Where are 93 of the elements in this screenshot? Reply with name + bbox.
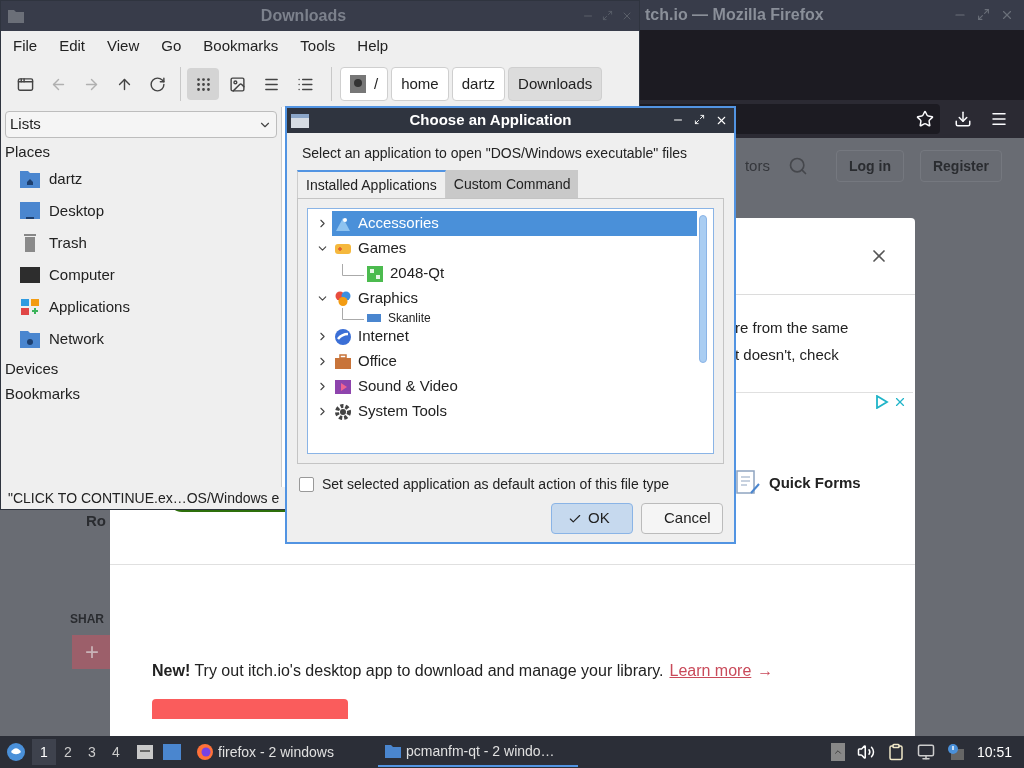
place-item[interactable]: dartz <box>5 163 277 195</box>
tree-item[interactable]: System Tools <box>332 399 697 424</box>
drive-icon <box>350 75 366 93</box>
download-icon[interactable] <box>954 110 972 128</box>
section-header[interactable]: Places <box>5 140 277 163</box>
dialog-prompt: Select an application to open "DOS/Windows executable" files <box>302 144 689 163</box>
menu-item[interactable]: Edit <box>59 34 86 58</box>
cancel-button[interactable]: Cancel <box>641 503 723 534</box>
tree-item[interactable]: 2048-Qt <box>364 261 697 286</box>
dialog-title: Choose an Application <box>408 110 573 131</box>
new-tab-icon <box>17 75 34 93</box>
menu-item[interactable]: Go <box>161 34 182 58</box>
file-manager-launcher-icon[interactable] <box>136 743 154 761</box>
bookmark-star-icon[interactable] <box>916 110 934 128</box>
side-pane-dropdown[interactable]: Lists <box>5 111 277 138</box>
folder-icon <box>7 8 25 24</box>
promo-text: New! Try out itch.io's desktop app to download and manage your library. <box>152 661 664 681</box>
window-title: Downloads <box>259 6 348 26</box>
menu-icon[interactable] <box>990 110 1008 128</box>
tree-line <box>342 307 364 320</box>
place-item[interactable]: Desktop <box>5 195 277 227</box>
icon-view-icon <box>194 75 212 93</box>
tree-item[interactable]: Skanlite <box>364 311 697 324</box>
share-label: SHAR <box>70 611 104 628</box>
place-item[interactable]: Computer <box>5 259 277 291</box>
applications-icon <box>19 297 41 317</box>
path-button[interactable]: / <box>340 67 389 101</box>
fox-icon <box>196 743 214 761</box>
path-button[interactable]: dartz <box>451 67 506 101</box>
icon-view-button[interactable] <box>187 68 219 100</box>
folder-icon <box>384 743 402 759</box>
place-item[interactable]: Network <box>5 323 277 355</box>
section-header[interactable]: Devices <box>5 357 277 380</box>
network-icon[interactable] <box>916 743 935 761</box>
desktop-icon <box>19 201 41 221</box>
task-button[interactable]: firefox - 2 windows <box>190 737 370 767</box>
update-notifier-icon[interactable] <box>946 743 965 761</box>
tree-item[interactable]: Games <box>332 236 697 261</box>
briefcase-icon <box>334 352 352 371</box>
media-icon <box>334 377 352 396</box>
tree-line <box>342 263 364 276</box>
window-icon <box>291 113 309 128</box>
start-menu-icon[interactable] <box>6 742 26 762</box>
globe-icon <box>334 327 352 346</box>
checkbox[interactable] <box>299 477 314 492</box>
tree-item[interactable]: Internet <box>332 324 697 349</box>
workspace-button[interactable]: 2 <box>56 739 80 765</box>
path-button[interactable]: Downloads <box>508 67 603 101</box>
form-icon <box>735 469 761 497</box>
tiles-icon <box>366 264 384 283</box>
place-item[interactable]: Applications <box>5 291 277 323</box>
menu-item[interactable]: Tools <box>300 34 336 58</box>
place-item[interactable]: Trash <box>5 227 277 259</box>
menu-item[interactable]: View <box>107 34 140 58</box>
workspace-button[interactable]: 3 <box>80 739 104 765</box>
learn-more-link[interactable]: Learn more <box>669 659 752 683</box>
menu-item[interactable]: Help <box>357 34 389 58</box>
menu-item[interactable]: File <box>13 34 38 58</box>
network-folder-icon <box>19 329 41 349</box>
tree-item[interactable]: Sound & Video <box>332 374 697 399</box>
thumbnail-view-icon <box>228 75 246 93</box>
tree-item[interactable]: Graphics <box>332 286 697 311</box>
ok-button[interactable]: OK <box>551 503 633 534</box>
scanner-icon <box>366 313 382 322</box>
ad-title: Quick Forms <box>769 472 861 493</box>
clock: 10:51 <box>976 742 1012 762</box>
close-icon[interactable] <box>715 114 728 127</box>
tree-item[interactable]: Office <box>332 349 697 374</box>
window-title: tch.io — Mozilla Firefox <box>645 5 824 25</box>
section-header[interactable]: Bookmarks <box>5 382 277 405</box>
path-button[interactable]: home <box>391 67 449 101</box>
window-launcher-icon[interactable] <box>162 743 182 761</box>
reload-icon <box>149 75 166 93</box>
workspace-button[interactable]: 1 <box>32 739 56 765</box>
gear-icon <box>334 402 352 421</box>
computer-icon <box>19 265 41 285</box>
page-text: Ro <box>86 511 106 531</box>
home-folder-icon <box>19 169 41 189</box>
tray-expand-button[interactable] <box>830 743 845 761</box>
tab[interactable]: Installed Applications <box>297 170 446 198</box>
menu-item[interactable]: Bookmarks <box>203 34 279 58</box>
tab[interactable]: Custom Command <box>445 170 579 198</box>
graphics-icon <box>334 289 352 308</box>
clipboard-icon[interactable] <box>886 743 905 761</box>
maximize-icon[interactable] <box>694 114 705 125</box>
arrow-text: → <box>757 661 774 681</box>
volume-icon[interactable] <box>856 743 875 761</box>
application-tree[interactable]: Accessories Games 2048-Qt Graphics Skanlite Internet Office Sound & Video System Tools <box>307 208 714 454</box>
status-text: "CLICK TO CONTINUE.ex…OS/Windows e <box>8 488 280 508</box>
modal-text: re from the same <box>735 318 850 338</box>
workspace-button[interactable]: 4 <box>104 739 128 765</box>
task-button[interactable]: pcmanfm-qt - 2 windo… <box>378 737 578 767</box>
checkbox-label: Set selected application as default action of this file type <box>322 475 670 494</box>
